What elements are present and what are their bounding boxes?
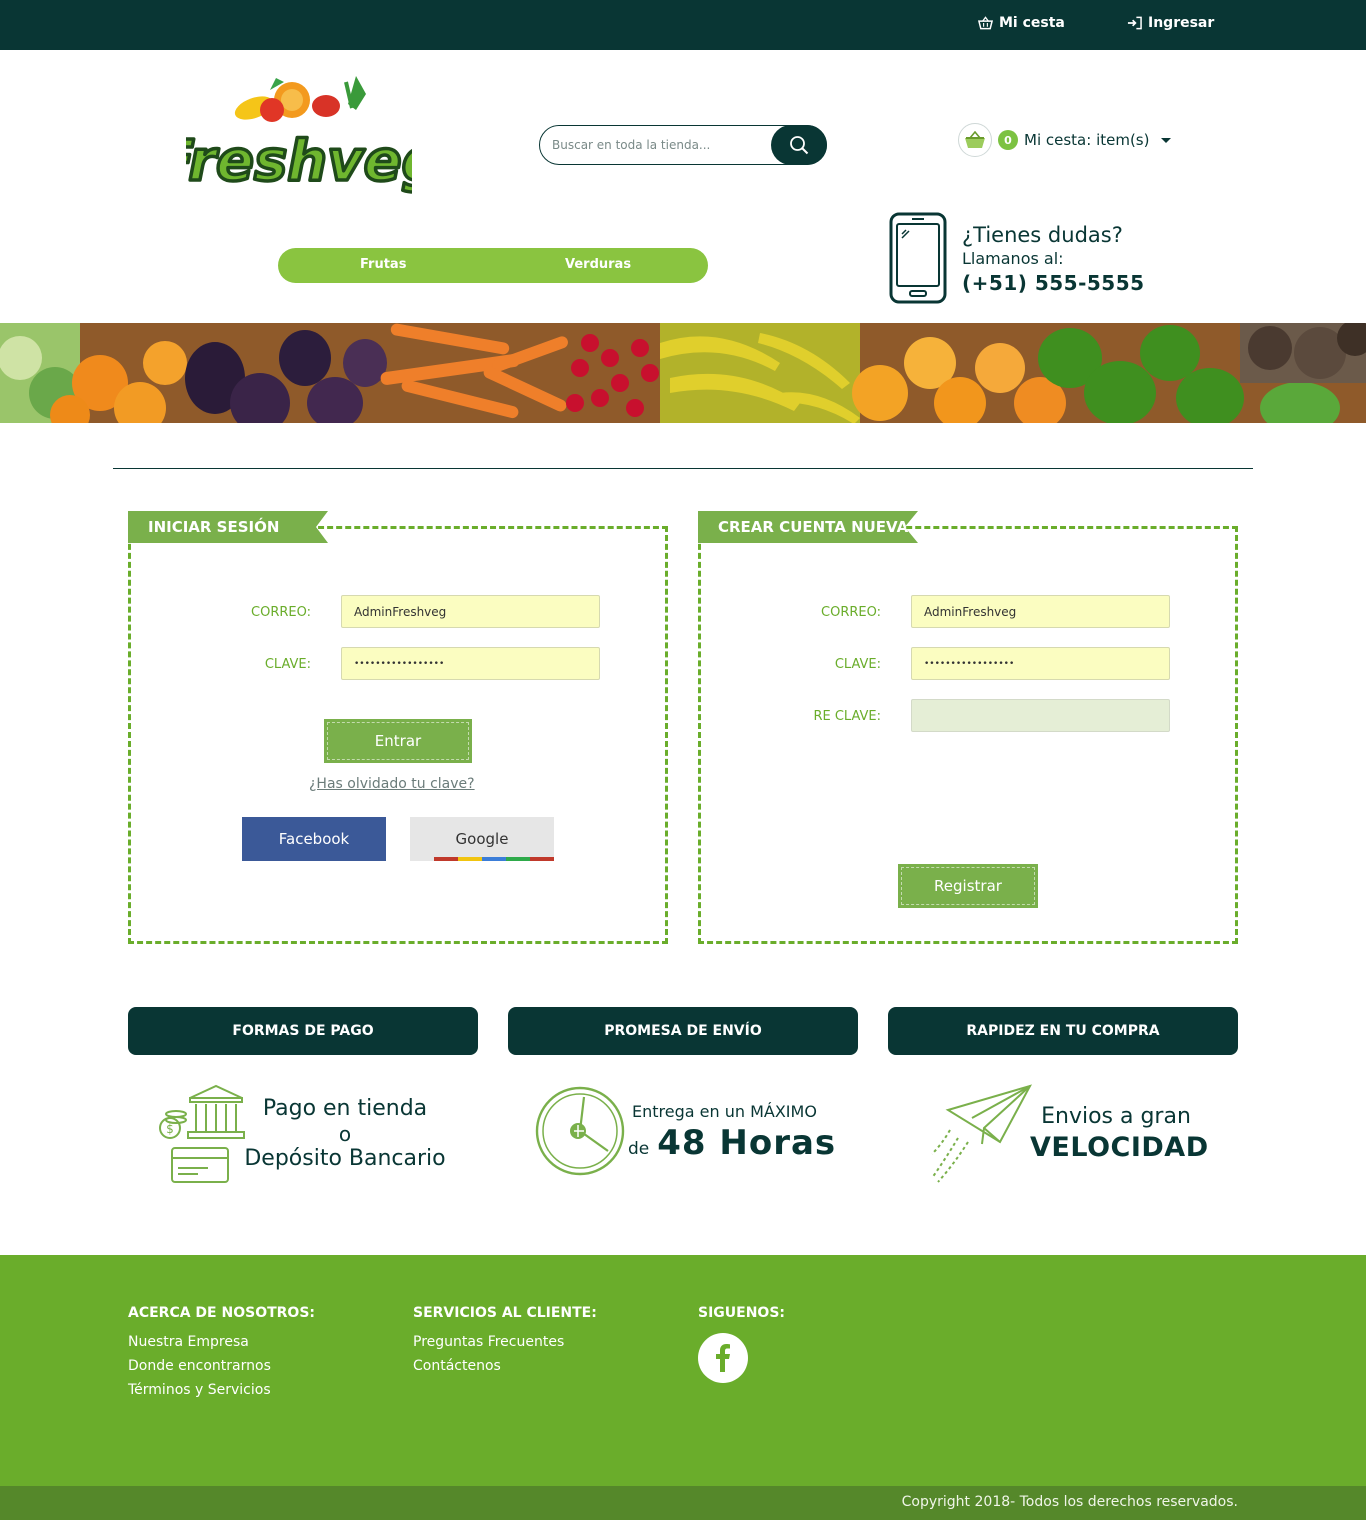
- login-submit-label: Entrar: [374, 732, 422, 750]
- basket-icon: [978, 16, 993, 30]
- facebook-icon: [716, 1344, 730, 1372]
- forgot-password-link[interactable]: ¿Has olvidado tu clave?: [309, 776, 475, 792]
- cart-basket: [958, 123, 992, 157]
- category-nav: Frutas Verduras: [278, 248, 708, 283]
- feature-header-shipping: PROMESA DE ENVÍO: [508, 1007, 858, 1055]
- cart-dropdown[interactable]: 0 Mi cesta: item(s): [958, 123, 1172, 157]
- footer-about: ACERCA DE NOSOTROS: Nuestra Empresa Dond…: [128, 1305, 315, 1402]
- google-login-button[interactable]: Google: [410, 817, 554, 861]
- footer-service: SERVICIOS AL CLIENTE: Preguntas Frecuent…: [413, 1305, 597, 1378]
- help-contact: ¿Tienes dudas? Llamanos al: (+51) 555-55…: [962, 222, 1145, 296]
- login-label: Ingresar: [1148, 15, 1215, 31]
- freshveg-logo[interactable]: Freshveg Freshveg: [149, 72, 449, 201]
- login-email-label: CORREO:: [251, 605, 311, 620]
- help-phone-number[interactable]: (+51) 555-5555: [962, 270, 1145, 296]
- register-title: CREAR CUENTA NUEVA: [698, 511, 918, 543]
- login-icon: [1127, 16, 1142, 30]
- footer-link-ubicacion[interactable]: Donde encontrarnos: [128, 1354, 315, 1378]
- feature-shipping-line1: Entrega en un MÁXIMO: [632, 1102, 817, 1121]
- register-submit-button[interactable]: Registrar: [898, 864, 1038, 908]
- cart-label: Mi cesta: item(s): [1024, 131, 1150, 149]
- top-cart-label: Mi cesta: [999, 15, 1065, 31]
- facebook-login-button[interactable]: Facebook: [242, 817, 386, 861]
- register-email-label: CORREO:: [821, 605, 881, 620]
- feature-shipping-text: Entrega en un MÁXIMO de 48 Horas: [628, 1101, 848, 1163]
- footer-facebook-button[interactable]: [698, 1333, 748, 1383]
- feature-payment-line3: Depósito Bancario: [244, 1146, 446, 1171]
- google-color-strip: [410, 857, 554, 861]
- footer-follow: SIGUENOS:: [698, 1305, 785, 1383]
- bank-icon: $: [156, 1082, 246, 1190]
- register-email-field[interactable]: [911, 595, 1170, 628]
- footer: ACERCA DE NOSOTROS: Nuestra Empresa Dond…: [0, 1255, 1366, 1486]
- copyright-text: Copyright 2018- Todos los derechos reser…: [901, 1494, 1238, 1510]
- footer-follow-title: SIGUENOS:: [698, 1305, 786, 1321]
- register-submit-label: Registrar: [934, 877, 1002, 895]
- search-button[interactable]: [771, 124, 827, 165]
- register-repassword-field[interactable]: [911, 699, 1170, 732]
- login-password-field[interactable]: [341, 647, 600, 680]
- produce-banner: [0, 323, 1366, 423]
- feature-payment-text: Pago en tienda o Depósito Bancario: [240, 1096, 450, 1172]
- search-icon: [790, 135, 809, 154]
- nav-item-frutas[interactable]: Frutas: [360, 257, 406, 272]
- login-email-field[interactable]: [341, 595, 600, 628]
- chevron-down-icon: [1161, 137, 1172, 143]
- feature-header-payment: FORMAS DE PAGO: [128, 1007, 478, 1055]
- top-cart-link[interactable]: Mi cesta: [978, 15, 1065, 31]
- feature-shipping-line3: 48 Horas: [657, 1123, 837, 1163]
- svg-text:$: $: [166, 1122, 174, 1136]
- help-question: ¿Tienes dudas?: [962, 223, 1123, 247]
- feature-shipping-line2: de: [628, 1139, 650, 1159]
- feature-speed-line1: Envios a gran: [1041, 1104, 1191, 1129]
- footer-link-contacto[interactable]: Contáctenos: [413, 1354, 597, 1378]
- nav-item-verduras[interactable]: Verduras: [565, 257, 631, 272]
- footer-link-empresa[interactable]: Nuestra Empresa: [128, 1330, 315, 1354]
- register-repassword-label: RE CLAVE:: [813, 709, 881, 724]
- copyright-bar: Copyright 2018- Todos los derechos reser…: [0, 1486, 1366, 1520]
- feature-header-speed: RAPIDEZ EN TU COMPRA: [888, 1007, 1238, 1055]
- search-box: [539, 124, 827, 165]
- register-password-label: CLAVE:: [834, 657, 881, 672]
- login-title: INICIAR SESIÓN: [128, 511, 328, 543]
- top-bar: Mi cesta Ingresar: [0, 0, 1366, 50]
- footer-link-faq[interactable]: Preguntas Frecuentes: [413, 1330, 597, 1354]
- login-password-label: CLAVE:: [264, 657, 311, 672]
- phone-icon: [888, 212, 948, 304]
- clock-icon: [534, 1085, 626, 1177]
- feature-speed-text: Envios a gran VELOCIDAD: [1030, 1102, 1209, 1164]
- help-call-label: Llamanos al:: [962, 249, 1064, 268]
- feature-speed-line2: VELOCIDAD: [1030, 1132, 1209, 1163]
- paper-plane-icon: [928, 1082, 1034, 1188]
- footer-link-terminos[interactable]: Términos y Servicios: [128, 1378, 315, 1402]
- facebook-login-label: Facebook: [278, 830, 350, 848]
- login-submit-button[interactable]: Entrar: [324, 719, 472, 763]
- logo-text: Freshveg: [186, 129, 412, 194]
- feature-payment-line1: Pago en tienda: [262, 1096, 428, 1121]
- login-link[interactable]: Ingresar: [1127, 15, 1214, 31]
- feature-payment-line2: o: [338, 1122, 352, 1146]
- cart-basket-icon: [965, 131, 985, 148]
- footer-service-title: SERVICIOS AL CLIENTE:: [413, 1305, 597, 1321]
- google-login-label: Google: [455, 830, 509, 848]
- cart-count-badge: 0: [998, 130, 1018, 150]
- section-divider: [113, 468, 1253, 469]
- register-password-field[interactable]: [911, 647, 1170, 680]
- footer-about-title: ACERCA DE NOSOTROS:: [128, 1305, 316, 1321]
- search-input[interactable]: [552, 135, 772, 155]
